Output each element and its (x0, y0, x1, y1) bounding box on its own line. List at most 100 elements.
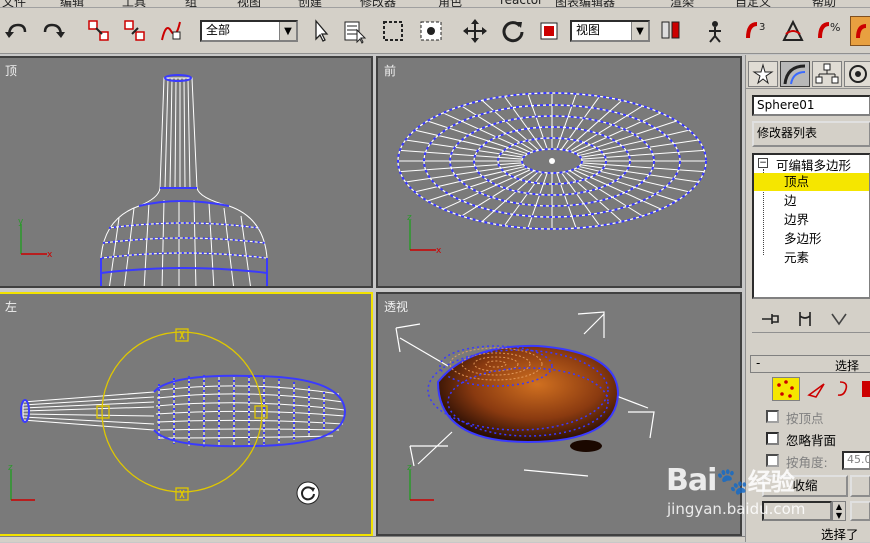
axis-tripod-top: y x (18, 218, 53, 258)
angle-value-field[interactable]: 45.0 (842, 451, 870, 470)
axis-tripod-left: z (8, 464, 35, 501)
menu-reactor[interactable]: reactor (500, 0, 543, 7)
collapse-toggle-icon[interactable]: − (758, 158, 768, 168)
menu-help[interactable]: 帮助 (812, 0, 836, 7)
stack-item-element[interactable]: 元素 (770, 249, 809, 267)
modifier-list-dropdown[interactable]: 修改器列表 (752, 121, 870, 147)
percent-snap-icon[interactable]: % (814, 16, 844, 46)
reference-coord-value: 视图 (576, 23, 601, 37)
axis-z-label: z (407, 214, 412, 223)
axis-z-label: z (8, 464, 13, 473)
menu-group[interactable]: 组 (185, 0, 197, 7)
ring-spinner-icon[interactable]: ▲ ▼ (832, 501, 846, 521)
window-crossing-icon[interactable] (416, 16, 446, 46)
scale-icon[interactable] (534, 16, 564, 46)
selection-status: 选择了 (821, 527, 859, 542)
loop-button[interactable] (850, 501, 870, 521)
stack-item-label: 边 (784, 193, 797, 208)
command-panel-tabs (746, 59, 870, 89)
stack-item-polygon[interactable]: 多边形 (770, 230, 822, 248)
modifier-stack: − 可编辑多边形 顶点 边 边界 多边形 元素 (752, 153, 870, 299)
time-slider[interactable] (0, 536, 745, 542)
ignore-backfacing-checkbox[interactable] (766, 432, 779, 445)
pin-stack-icon[interactable] (760, 310, 782, 328)
vertex-mode-icon[interactable] (772, 377, 800, 401)
stack-item-label: 边界 (784, 212, 810, 227)
menu-character[interactable]: 角色 (438, 0, 462, 7)
bottle-wireframe-top (100, 74, 268, 286)
stack-root-item[interactable]: 可编辑多边形 (776, 155, 851, 174)
create-tab-icon[interactable] (748, 61, 778, 87)
axis-x-label: x (436, 246, 442, 254)
make-unique-icon[interactable] (828, 310, 850, 328)
rollout-title: 选择 (835, 359, 860, 373)
paw-icon: 🐾 (716, 467, 748, 497)
menu-rendering[interactable]: 渲染 (670, 0, 694, 7)
select-link-icon[interactable] (84, 16, 114, 46)
watermark-brand-text: Bai (666, 463, 717, 498)
redo-icon[interactable] (38, 16, 68, 46)
chevron-down-icon: ▼ (279, 22, 296, 40)
watermark-brand: Bai🐾经验 (666, 462, 795, 498)
menu-file[interactable]: 文件 (2, 0, 26, 7)
by-vertex-label: 按顶点 (786, 411, 824, 426)
svg-text:%: % (830, 21, 840, 34)
menubar: 文件 编辑 工具 组 视图 创建 修改器 角色 reactor 图表编辑器 渲染… (0, 0, 870, 8)
menu-views[interactable]: 视图 (237, 0, 261, 7)
by-vertex-checkbox[interactable] (766, 410, 779, 423)
axis-x-label: x (47, 250, 53, 258)
rotate-icon[interactable] (498, 16, 528, 46)
axis-z-label: z (407, 464, 412, 473)
polygon-mode-icon[interactable] (862, 381, 870, 397)
select-object-icon[interactable] (306, 16, 336, 46)
move-icon[interactable] (460, 16, 490, 46)
viewport-top[interactable]: 顶 y x (0, 56, 373, 288)
stack-item-edge[interactable]: 边 (770, 192, 797, 210)
border-mode-icon[interactable] (834, 379, 852, 399)
stack-item-label: 元素 (784, 250, 810, 265)
svg-text:3: 3 (759, 22, 765, 33)
menu-customize[interactable]: 自定义 (735, 0, 771, 7)
selection-filter-dropdown[interactable]: 全部 ▼ (200, 20, 298, 42)
disc-spoke (556, 93, 577, 150)
menu-create[interactable]: 创建 (298, 0, 322, 7)
reference-coord-dropdown[interactable]: 视图 ▼ (570, 20, 650, 42)
menu-modifiers[interactable]: 修改器 (360, 0, 396, 7)
undo-icon[interactable] (2, 16, 32, 46)
viewport-left[interactable]: 左 z (0, 292, 373, 536)
show-end-result-icon[interactable] (794, 310, 816, 328)
selection-rollout-header[interactable]: - 选择 (750, 355, 870, 373)
use-pivot-icon[interactable] (656, 16, 686, 46)
object-name-field[interactable]: Sphere01 (752, 95, 870, 116)
menu-graph-editors[interactable]: 图表编辑器 (555, 0, 615, 7)
hierarchy-tab-icon[interactable] (812, 61, 842, 87)
selection-gizmo (96, 328, 268, 501)
viewport-front[interactable]: 前 z x (376, 56, 742, 288)
edge-mode-icon[interactable] (806, 381, 828, 399)
disc-spoke (527, 93, 548, 150)
unlink-icon[interactable] (120, 16, 150, 46)
stack-item-label: 顶点 (784, 174, 810, 189)
motion-tab-icon[interactable] (844, 61, 870, 87)
axis-tripod-front: z x (407, 214, 442, 254)
stack-controls (752, 305, 870, 333)
stack-item-vertex[interactable]: 顶点 (754, 173, 869, 191)
chevron-down-icon: ▼ (631, 22, 648, 40)
menu-edit[interactable]: 编辑 (60, 0, 84, 7)
manipulate-icon[interactable] (700, 16, 730, 46)
select-by-name-icon[interactable] (340, 16, 370, 46)
rollout-collapse-icon: - (756, 356, 761, 370)
grow-button[interactable] (850, 475, 870, 497)
stack-item-border[interactable]: 边界 (770, 211, 809, 229)
menu-tools[interactable]: 工具 (122, 0, 146, 7)
modify-tab-icon[interactable] (780, 61, 810, 87)
rect-selection-icon[interactable] (378, 16, 408, 46)
bind-space-warp-icon[interactable] (156, 16, 186, 46)
disc-spoke (556, 172, 577, 229)
spinner-snap-icon[interactable] (850, 16, 870, 46)
main-toolbar: 全部 ▼ 视图 ▼ 3 % (0, 8, 870, 54)
axis-y-label: y (18, 218, 24, 227)
snap-3d-icon[interactable]: 3 (742, 16, 772, 46)
angle-snap-icon[interactable] (778, 16, 808, 46)
ignore-backfacing-label: 忽略背面 (786, 433, 837, 448)
